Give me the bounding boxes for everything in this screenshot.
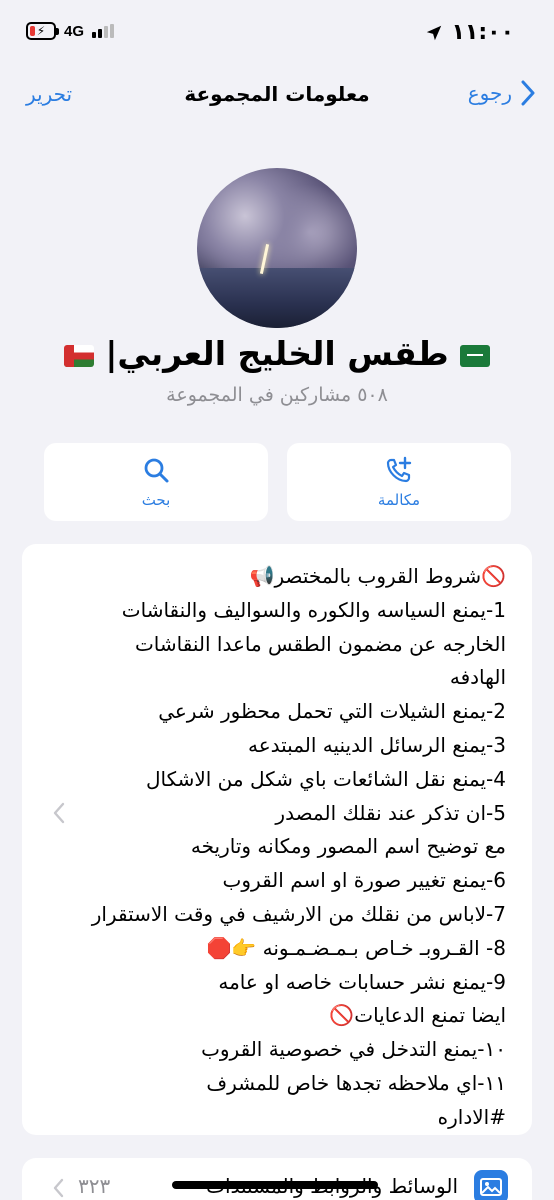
status-time: ١١:٠٠ (451, 20, 514, 45)
status-bar: ⚡ 4G ١١:٠٠ (0, 0, 554, 66)
description-line: 1-يمنع السياسه والكوره والسواليف والنقاش… (121, 597, 506, 622)
description-line: 4-يمنع نقل الشائعات باي شكل من الاشكال (145, 766, 506, 791)
description-line: 9-يمنع نشر حسابات خاصه او عامه (218, 969, 506, 994)
description-line: 7-لاباس من نقلك من الارشيف في وقت الاستق… (91, 901, 506, 926)
location-arrow-icon (427, 25, 442, 40)
chevron-left-icon (53, 1178, 64, 1198)
signal-icon (92, 24, 115, 38)
phone-plus-icon (386, 456, 412, 483)
description-line: 5-ان تذكر عند نقلك المصدر (275, 800, 506, 825)
description-line: 3-يمنع الرسائل الدينيه المبتدعه (247, 732, 506, 757)
photo-icon (474, 1170, 508, 1200)
description-line: مع توضيح اسم المصور ومكانه وتاريخه (190, 834, 506, 859)
search-label: بحث (141, 491, 171, 509)
back-label: رجوع (467, 81, 512, 105)
network-type: 4G (64, 22, 85, 40)
back-button[interactable]: رجوع (468, 80, 536, 106)
member-count: ٥٠٨ مشاركين في المجموعة (166, 384, 388, 406)
description-line: ١١-اي ملاحظه تجدها خاص للمشرف (206, 1070, 506, 1095)
description-line: 2-يمنع الشيلات التي تحمل محظور شرعي (158, 699, 506, 724)
media-count: ٣٢٣ (78, 1174, 111, 1198)
description-line: ايضا تمنع الدعايات🚫 (329, 1003, 506, 1028)
status-right: ١١:٠٠ (425, 20, 514, 45)
description-line: #الاداره (437, 1104, 506, 1129)
description-line: ١٠-يمنع التدخل في خصوصية القروب (201, 1037, 506, 1062)
group-description: 🚫شروط القروب بالمختصر📢 1-يمنع السياسه وال… (22, 544, 532, 1135)
description-text: 🚫شروط القروب بالمختصر📢 1-يمنع السياسه وال… (48, 560, 506, 1135)
call-label: مكالمة (377, 491, 421, 509)
group-name-text: طقس الخليج العربي| (105, 334, 449, 373)
battery-charging-icon: ⚡ (26, 22, 59, 40)
group-avatar[interactable] (197, 168, 357, 328)
chevron-right-icon (521, 80, 535, 106)
description-line: الخارجه عن مضمون الطقس ماعدا النقاشات (134, 631, 506, 656)
search-icon (144, 458, 169, 483)
nav-bar: تحرير معلومات المجموعة رجوع (0, 76, 554, 116)
group-name: طقس الخليج العربي| (0, 334, 554, 373)
media-links-docs-row[interactable]: الوسائط والروابط والمستندات ٣٢٣ (22, 1158, 532, 1200)
search-button[interactable]: بحث (44, 443, 268, 521)
saudi-flag-icon (460, 344, 491, 367)
oman-flag-icon (63, 344, 94, 367)
chevron-left-icon[interactable] (52, 802, 66, 824)
description-line: 🚫شروط القروب بالمختصر📢 (249, 564, 506, 588)
status-left: ⚡ 4G (26, 22, 115, 40)
call-button[interactable]: مكالمة (287, 443, 511, 521)
home-indicator[interactable] (172, 1181, 378, 1189)
description-line: 8- القـروبـ خـاص بـمـضـمـونه 👉🛑 (206, 935, 506, 960)
description-line: الهادفه (449, 665, 506, 690)
description-line: 6-يمنع تغيير صورة او اسم القروب (222, 868, 506, 893)
